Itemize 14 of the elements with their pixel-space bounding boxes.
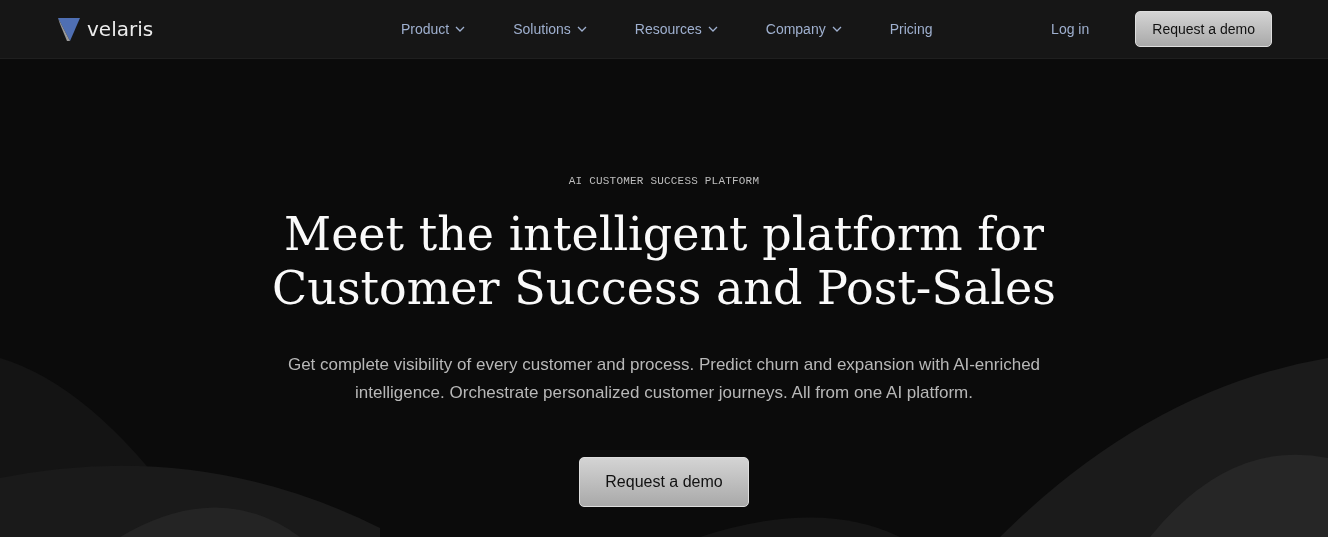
request-demo-button[interactable]: Request a demo [1135, 11, 1272, 47]
nav-link[interactable]: Product [401, 21, 466, 37]
login-link[interactable]: Log in [1051, 21, 1090, 37]
nav-link[interactable]: Resources [634, 21, 718, 37]
brand-name[interactable]: velaris [87, 17, 154, 41]
nav-link[interactable]: Company [765, 21, 842, 37]
request-demo-button[interactable]: Request a demo [579, 457, 749, 507]
nav-link[interactable]: Solutions [513, 21, 587, 37]
hero-description: Get complete visibility of every customer and process. Predict churn and expansion with AI-enriched intelligence. Orchestrate personalized customer journeys. All from one AI platform. [286, 354, 1042, 404]
nav-link[interactable]: Pricing [889, 21, 933, 37]
eyebrow-text: AI CUSTOMER SUCCESS PLATFORM [568, 175, 760, 187]
logo-icon[interactable] [57, 16, 81, 42]
headline: Meet the intelligent platform for [284, 207, 1044, 261]
headline: Customer Success and Post-Sales [272, 261, 1056, 315]
